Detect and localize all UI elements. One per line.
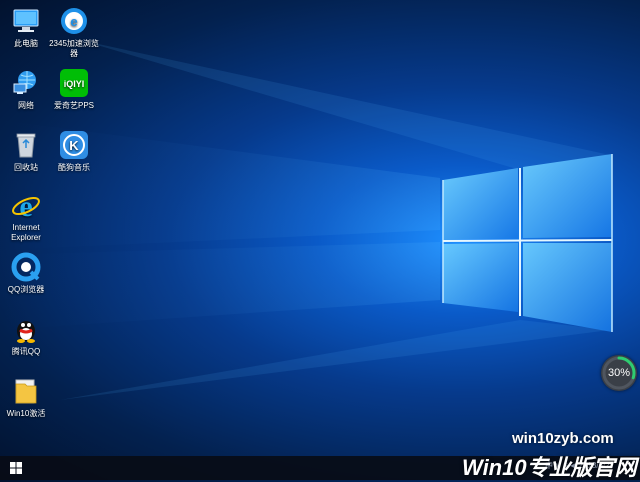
desktop-icon-tencent-qq[interactable]: 腾讯QQ	[0, 314, 52, 357]
2345-browser-icon: e	[59, 6, 89, 36]
tencent-qq-icon	[11, 314, 41, 344]
desktop-icon-internet-explorer[interactable]: e Internet Explorer	[0, 190, 52, 243]
desktop-icon-qq-browser[interactable]: QQ浏览器	[0, 252, 52, 295]
desktop-icon-label: 腾讯QQ	[11, 347, 41, 356]
folder-icon	[11, 376, 41, 406]
svg-text:K: K	[69, 138, 79, 153]
desktop-icon-kugou-music[interactable]: K 酷狗音乐	[48, 130, 100, 173]
desktop-icon-2345-browser[interactable]: e 2345加速浏览器	[48, 6, 100, 59]
network-icon	[11, 68, 41, 98]
desktop-icon-recycle-bin[interactable]: 回收站	[0, 130, 52, 173]
recycle-bin-icon	[11, 130, 41, 160]
desktop-icon-label: Win10激活	[6, 409, 46, 418]
windows-start-icon	[10, 462, 22, 474]
desktop-icon-label: 网络	[18, 101, 34, 110]
desktop-icon-iqiyi[interactable]: iQIYI 爱奇艺PPS	[48, 68, 100, 111]
desktop-icon-label: 此电脑	[14, 39, 38, 48]
watermark-brand: Win10专业版官网	[462, 455, 637, 480]
desktop-icon-label: 回收站	[14, 163, 38, 172]
computer-icon	[11, 6, 41, 36]
svg-text:iQIYI: iQIYI	[64, 79, 85, 89]
desktop-icon-win10-activation[interactable]: Win10激活	[0, 376, 52, 419]
watermark-url: win10zyb.com	[512, 430, 614, 447]
desktop-icon-label: Internet Explorer	[11, 223, 41, 242]
desktop-icon-label: 酷狗音乐	[58, 163, 90, 172]
qq-browser-icon	[11, 252, 41, 282]
desktop-icon-label: 爱奇艺PPS	[53, 101, 94, 110]
svg-text:e: e	[19, 190, 32, 220]
iqiyi-icon: iQIYI	[59, 68, 89, 98]
desktop-icon-label: 2345加速浏览器	[49, 39, 99, 58]
progress-percent: 30%	[607, 367, 631, 379]
kugou-music-icon: K	[59, 130, 89, 160]
svg-text:e: e	[70, 14, 77, 29]
desktop-icon-network[interactable]: 网络	[0, 68, 52, 111]
speed-boost-widget[interactable]: 30%	[601, 355, 637, 391]
desktop: 此电脑 e 2345加速浏览器 网络 iQIYI 爱奇艺PPS 回收站 K 酷狗…	[0, 0, 640, 456]
start-button[interactable]	[0, 456, 32, 480]
desktop-icon-this-pc[interactable]: 此电脑	[0, 6, 52, 49]
internet-explorer-icon: e	[11, 190, 41, 223]
desktop-icon-label: QQ浏览器	[7, 285, 45, 294]
